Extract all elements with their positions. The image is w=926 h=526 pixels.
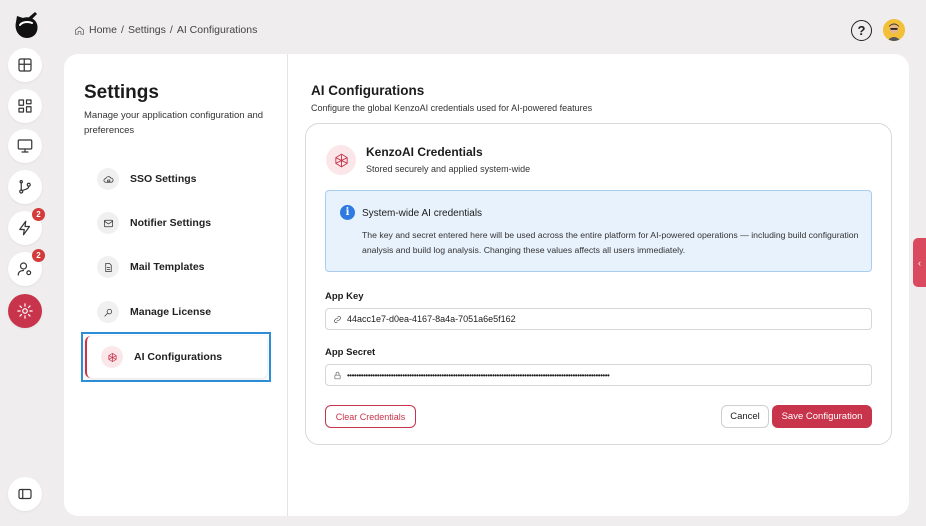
app-secret-value: ••••••••••••••••••••••••••••••••••••••••…: [347, 370, 610, 380]
nav-item-label: Notifier Settings: [130, 217, 212, 229]
nav-item-ai-configurations[interactable]: AI Configurations: [85, 336, 267, 378]
rail-lightning-icon[interactable]: 2: [8, 208, 45, 245]
page-title: AI Configurations: [311, 83, 425, 98]
rail-user-settings-icon[interactable]: 2: [8, 249, 45, 286]
nav-item-label: SSO Settings: [130, 173, 197, 185]
clear-credentials-button[interactable]: Clear Credentials: [325, 405, 416, 428]
nav-item-label: Mail Templates: [130, 261, 205, 273]
info-text: The key and secret entered here will be …: [362, 230, 859, 255]
app-logo[interactable]: [10, 8, 42, 44]
rail-git-branch-icon[interactable]: [8, 170, 42, 204]
nav-item-notifier-settings[interactable]: Notifier Settings: [97, 210, 211, 236]
nav-item-mail-templates[interactable]: Mail Templates: [97, 254, 205, 280]
nav-item-sso-settings[interactable]: SSO Settings: [97, 166, 197, 192]
question-circle-icon[interactable]: ?: [851, 20, 872, 41]
nav-item-ai-configurations-focus: AI Configurations: [81, 332, 271, 382]
settings-title: Settings: [84, 82, 159, 103]
breadcrumb-current: AI Configurations: [176, 24, 258, 36]
cancel-button[interactable]: Cancel: [721, 405, 769, 428]
app-secret-field[interactable]: ••••••••••••••••••••••••••••••••••••••••…: [325, 364, 872, 386]
nav-item-manage-license[interactable]: Manage License: [97, 299, 211, 325]
nav-item-label: Manage License: [130, 306, 212, 318]
credentials-card: KenzoAI Credentials Stored securely and …: [305, 123, 892, 445]
app-key-label: App Key: [325, 291, 364, 302]
save-configuration-button[interactable]: Save Configuration: [772, 405, 872, 428]
nav-item-label: AI Configurations: [134, 351, 223, 363]
link-icon: [334, 315, 341, 323]
breadcrumb-separator: /: [169, 24, 173, 36]
lock-icon: [334, 371, 341, 379]
app-key-field[interactable]: 44acc1e7-d0ea-4167-8a4a-7051a6e5f162: [325, 308, 872, 330]
info-title: System-wide AI credentials: [362, 208, 483, 219]
breadcrumb-separator: /: [121, 24, 124, 36]
rail-dashboard-icon[interactable]: [8, 89, 42, 123]
notification-badge: 2: [32, 208, 45, 221]
ai-sparkle-icon: [101, 346, 123, 368]
app-key-value: 44acc1e7-d0ea-4167-8a4a-7051a6e5f162: [347, 314, 516, 324]
info-icon: i: [340, 205, 355, 220]
mail-icon: [97, 212, 119, 234]
info-callout: i System-wide AI credentials The key and…: [325, 190, 872, 272]
breadcrumb: Home / Settings / AI Configurations: [74, 24, 257, 36]
notification-badge: 2: [32, 249, 45, 262]
app-secret-label: App Secret: [325, 347, 376, 358]
breadcrumb-settings[interactable]: Settings: [128, 24, 166, 36]
avatar[interactable]: [883, 19, 905, 41]
credentials-subtitle: Stored securely and applied system-wide: [366, 164, 531, 174]
rail-sidebar-toggle-icon[interactable]: [8, 477, 42, 511]
settings-description: Manage your application configuration an…: [84, 110, 264, 136]
cloud-lock-icon: [97, 168, 119, 190]
search-key-icon: [97, 301, 119, 323]
document-icon: [97, 256, 119, 278]
credentials-title: KenzoAI Credentials: [366, 145, 483, 159]
settings-panel: Settings Manage your application configu…: [64, 54, 288, 516]
main-card: Settings Manage your application configu…: [64, 54, 909, 516]
chevron-left-icon: ‹: [918, 257, 921, 268]
breadcrumb-home[interactable]: Home: [89, 24, 117, 36]
rail-monitor-icon[interactable]: [8, 129, 42, 163]
rail-gear-icon[interactable]: [8, 294, 42, 328]
rail-layout-grid-icon[interactable]: [8, 48, 42, 82]
side-panel-handle[interactable]: ‹: [913, 238, 926, 287]
page-subtitle: Configure the global KenzoAI credentials…: [311, 103, 593, 113]
home-icon: [75, 25, 84, 35]
ai-sparkle-icon: [326, 145, 356, 175]
